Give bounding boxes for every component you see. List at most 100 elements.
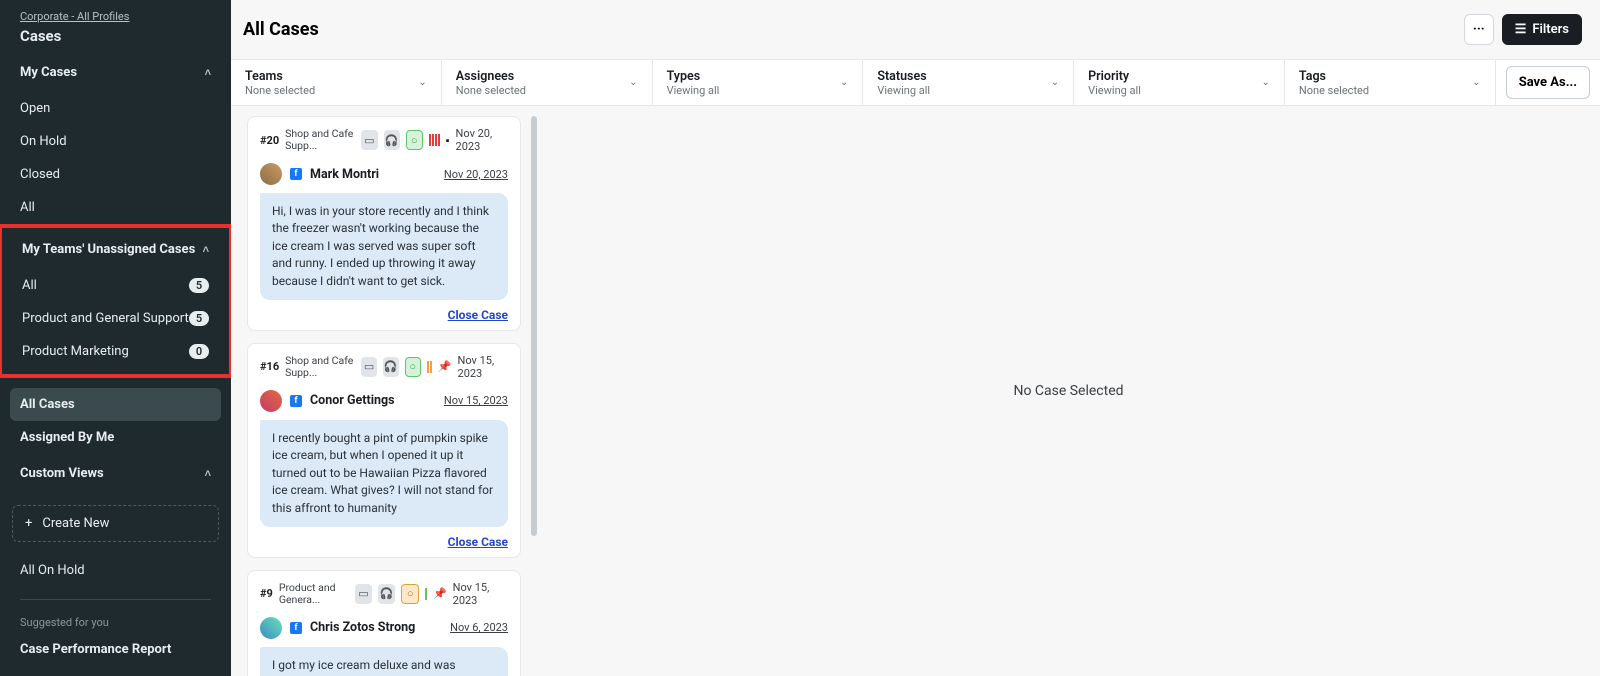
sidebar-item-unassigned-marketing[interactable]: Product Marketing 0 <box>2 335 229 368</box>
chevron-down-icon: ⌄ <box>418 77 426 88</box>
sidebar-item-closed[interactable]: Closed <box>0 158 231 191</box>
sidebar-item-onhold[interactable]: On Hold <box>0 125 231 158</box>
avatar <box>260 163 282 185</box>
case-number: #16 <box>260 360 279 373</box>
filters-button[interactable]: ☰ Filters <box>1502 14 1582 45</box>
section-label: Custom Views <box>20 466 104 481</box>
filter-statuses[interactable]: StatusesViewing all ⌄ <box>863 60 1074 105</box>
save-as-button[interactable]: Save As... <box>1506 66 1590 99</box>
card-user-row: f Chris Zotos Strong Nov 6, 2023 <box>260 617 508 639</box>
section-unassigned[interactable]: My Teams' Unassigned Cases ˄ <box>2 230 229 269</box>
filter-types[interactable]: TypesViewing all ⌄ <box>653 60 864 105</box>
filter-label: Statuses <box>877 69 930 84</box>
more-button[interactable]: ··· <box>1464 14 1494 45</box>
message-bubble: I recently bought a pint of pumpkin spik… <box>260 420 508 527</box>
chevron-up-icon: ˄ <box>205 66 211 79</box>
case-list[interactable]: #20 Shop and Cafe Supp... ▭ 🎧 ○ ▪ Nov 20, 2023… <box>231 106 531 676</box>
priority-bars <box>429 134 440 146</box>
count-badge: 5 <box>189 278 209 293</box>
divider <box>20 599 211 600</box>
case-card[interactable]: #20Shop and Cafe Supp...▭🎧○▪Nov 20, 2023… <box>247 116 521 331</box>
highlighted-section: My Teams' Unassigned Cases ˄ All 5 Produ… <box>0 224 231 378</box>
sidebar-item-case-performance[interactable]: Case Performance Report <box>0 633 231 666</box>
message-bubble: I got my ice cream deluxe and was excite… <box>260 647 508 676</box>
filter-sub: Viewing all <box>877 84 930 97</box>
user-name: Chris Zotos Strong <box>310 620 415 635</box>
filter-label: Types <box>667 69 720 84</box>
filter-tags[interactable]: TagsNone selected ⌄ <box>1285 60 1496 105</box>
filter-label: Assignees <box>456 69 526 84</box>
section-my-cases[interactable]: My Cases ˄ <box>0 53 231 92</box>
card-header: #20Shop and Cafe Supp...▭🎧○▪Nov 20, 2023 <box>260 127 508 153</box>
chevron-down-icon: ⌄ <box>840 77 848 88</box>
user-name: Conor Gettings <box>310 393 395 408</box>
plus-icon: + <box>25 516 32 531</box>
pin-icon: 📌 <box>438 360 452 373</box>
top-actions: ··· ☰ Filters <box>1464 14 1582 45</box>
note-icon: ▭ <box>361 357 377 377</box>
team-chip: Shop and Cafe Supp... <box>285 128 355 152</box>
facebook-icon: f <box>290 395 302 407</box>
user-date[interactable]: Nov 20, 2023 <box>444 168 508 181</box>
sidebar-item-label: Product and General Support <box>22 311 189 326</box>
case-card[interactable]: #9Product and Genera...▭🎧○📌Nov 15, 2023f… <box>247 570 521 676</box>
user-date[interactable]: Nov 6, 2023 <box>450 621 508 634</box>
case-detail-empty: No Case Selected <box>537 106 1600 676</box>
case-number: #20 <box>260 134 279 147</box>
profile-link[interactable]: Corporate - All Profiles <box>20 10 211 23</box>
status-icon: ○ <box>401 584 419 604</box>
flag-icon: ▪ <box>446 134 450 147</box>
sidebar-item-unassigned-all[interactable]: All 5 <box>2 269 229 302</box>
sidebar-item-open[interactable]: Open <box>0 92 231 125</box>
sidebar-item-label: Case Performance Report <box>20 642 171 657</box>
case-card[interactable]: #16 Shop and Cafe Supp... ▭ 🎧 ○ 📌 Nov 15, 2023… <box>247 343 521 558</box>
sidebar-item-label: On Hold <box>20 134 67 149</box>
sidebar-item-unassigned-product-support[interactable]: Product and General Support 5 <box>2 302 229 335</box>
note-icon: ▭ <box>361 130 377 150</box>
facebook-icon: f <box>290 168 302 180</box>
sidebar: Corporate - All Profiles Cases My Cases … <box>0 0 231 676</box>
card-header: #16Shop and Cafe Supp...▭🎧○📌Nov 15, 2023 <box>260 354 508 380</box>
close-case-link[interactable]: Close Case <box>260 308 508 322</box>
create-new-button[interactable]: + Create New <box>12 505 219 542</box>
create-new-label: Create New <box>42 516 109 531</box>
filter-assignees[interactable]: AssigneesNone selected ⌄ <box>442 60 653 105</box>
sidebar-item-all-cases[interactable]: All Cases <box>10 388 221 421</box>
filter-priority[interactable]: PriorityViewing all ⌄ <box>1074 60 1285 105</box>
sidebar-item-all[interactable]: All <box>0 191 231 224</box>
filter-teams[interactable]: TeamsNone selected ⌄ <box>231 60 442 105</box>
filter-sub: None selected <box>456 84 526 97</box>
count-badge: 5 <box>189 311 209 326</box>
user-date[interactable]: Nov 15, 2023 <box>444 394 508 407</box>
page-title: All Cases <box>243 19 319 40</box>
chevron-up-icon: ˄ <box>205 467 211 480</box>
sidebar-item-label: Assigned By Me <box>20 430 114 445</box>
team-chip: Product and Genera... <box>279 582 349 606</box>
filter-label: Teams <box>245 69 315 84</box>
sidebar-header: Corporate - All Profiles Cases <box>0 0 231 53</box>
filters-label: Filters <box>1532 22 1569 37</box>
card-date: Nov 20, 2023 <box>456 127 508 153</box>
suggested-label: Suggested for you <box>0 612 231 633</box>
main-area: All Cases ··· ☰ Filters TeamsNone select… <box>231 0 1600 676</box>
sidebar-item-label: Product Marketing <box>22 344 129 359</box>
filter-sub: Viewing all <box>1088 84 1141 97</box>
chevron-down-icon: ⌄ <box>1262 77 1270 88</box>
pin-icon: 📌 <box>433 587 447 600</box>
user-name: Mark Montri <box>310 167 379 182</box>
section-custom-views[interactable]: Custom Views ˄ <box>0 454 231 493</box>
close-case-link[interactable]: Close Case <box>260 535 508 549</box>
facebook-icon: f <box>290 622 302 634</box>
sidebar-item-all-on-hold[interactable]: All On Hold <box>0 554 231 587</box>
status-icon: ○ <box>405 357 421 377</box>
headset-icon: 🎧 <box>383 357 399 377</box>
team-chip: Shop and Cafe Supp... <box>285 355 355 379</box>
count-badge: 0 <box>189 344 209 359</box>
sidebar-item-assigned-by-me[interactable]: Assigned By Me <box>0 421 231 454</box>
priority-bars <box>427 361 432 373</box>
card-date: Nov 15, 2023 <box>453 581 508 607</box>
headset-icon: 🎧 <box>378 584 395 604</box>
avatar <box>260 390 282 412</box>
section-label: My Cases <box>20 65 77 80</box>
avatar <box>260 617 282 639</box>
